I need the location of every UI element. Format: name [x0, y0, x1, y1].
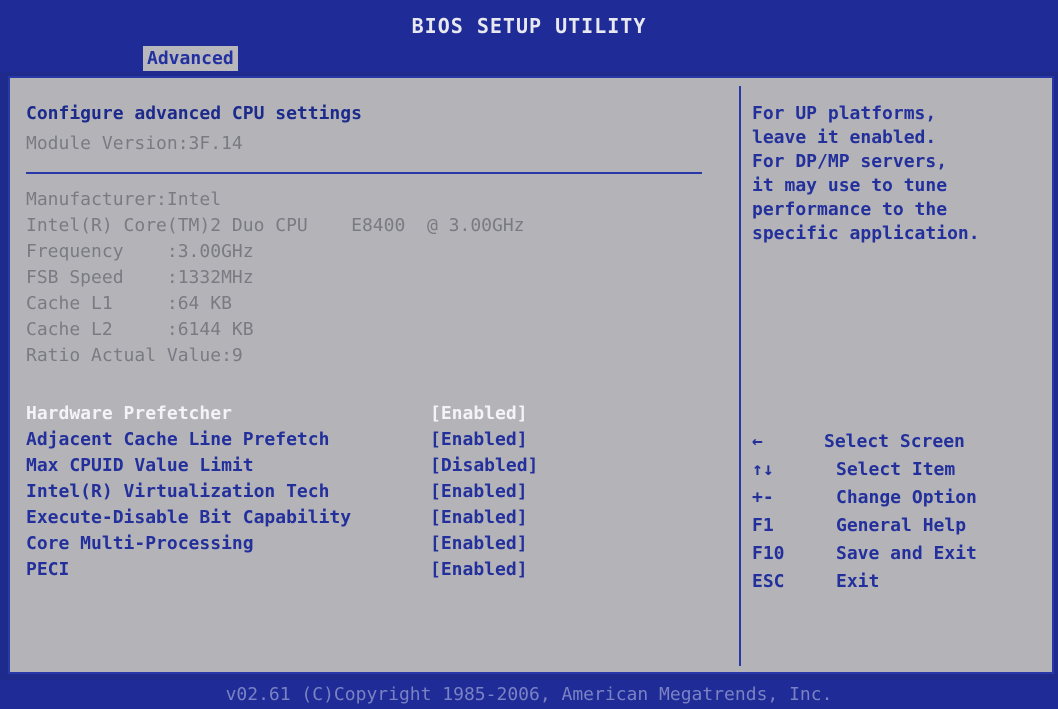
key-esc-label: Exit — [836, 571, 880, 592]
settings-panel: Configure advanced CPU settings Module V… — [26, 78, 726, 672]
option-max-cpuid-value-limit[interactable]: Max CPUID Value Limit — [26, 454, 254, 478]
main-frame: Configure advanced CPU settings Module V… — [8, 76, 1054, 674]
title-bar: BIOS SETUP UTILITY Advanced — [0, 0, 1058, 72]
tab-advanced[interactable]: Advanced — [143, 46, 238, 71]
help-line: For DP/MP servers, — [752, 151, 948, 172]
copyright-text: v02.61 (C)Copyright 1985-2006, American … — [225, 684, 833, 705]
key-change-option-label: Change Option — [836, 487, 977, 508]
option-core-multi-processing-value[interactable]: [Enabled] — [430, 532, 528, 556]
bios-screen: BIOS SETUP UTILITY Advanced Configure ad… — [0, 0, 1058, 709]
key-change-option-icon: +- — [752, 487, 774, 508]
option-core-multi-processing[interactable]: Core Multi-Processing — [26, 532, 254, 556]
cpu-manufacturer: Manufacturer:Intel — [26, 189, 222, 210]
footer-bar: v02.61 (C)Copyright 1985-2006, American … — [0, 680, 1058, 709]
panel-divider — [739, 86, 741, 666]
option-peci[interactable]: PECI — [26, 558, 69, 582]
key-select-screen-label: Select Screen — [824, 431, 965, 452]
cpu-model: Intel(R) Core(TM)2 Duo CPU E8400 @ 3.00G… — [26, 215, 525, 236]
option-execute-disable-bit[interactable]: Execute-Disable Bit Capability — [26, 506, 351, 530]
option-execute-disable-bit-value[interactable]: [Enabled] — [430, 506, 528, 530]
key-select-screen-icon: ← — [752, 431, 763, 452]
key-f10-label: Save and Exit — [836, 543, 977, 564]
option-adjacent-cache-line-prefetch[interactable]: Adjacent Cache Line Prefetch — [26, 428, 329, 452]
help-line: performance to the — [752, 199, 948, 220]
section-divider — [26, 172, 702, 174]
key-f1-label: General Help — [836, 515, 967, 536]
key-select-item-icon: ↑↓ — [752, 459, 774, 480]
module-version: Module Version:3F.14 — [26, 133, 243, 154]
help-line: leave it enabled. — [752, 127, 937, 148]
cpu-cache-l1: Cache L1 :64 KB — [26, 293, 232, 314]
option-max-cpuid-value-limit-value[interactable]: [Disabled] — [430, 454, 538, 478]
page-heading: Configure advanced CPU settings — [26, 103, 362, 124]
cpu-cache-l2: Cache L2 :6144 KB — [26, 319, 254, 340]
help-panel: For UP platforms, leave it enabled. For … — [752, 78, 1052, 672]
cpu-ratio: Ratio Actual Value:9 — [26, 345, 243, 366]
help-line: For UP platforms, — [752, 103, 937, 124]
key-esc: ESC — [752, 571, 785, 592]
option-hardware-prefetcher[interactable]: Hardware Prefetcher — [26, 402, 232, 426]
option-hardware-prefetcher-value[interactable]: [Enabled] — [430, 402, 528, 426]
key-f1: F1 — [752, 515, 774, 536]
cpu-fsb-speed: FSB Speed :1332MHz — [26, 267, 254, 288]
option-adjacent-cache-line-prefetch-value[interactable]: [Enabled] — [430, 428, 528, 452]
help-line: specific application. — [752, 223, 980, 244]
key-f10: F10 — [752, 543, 785, 564]
option-virtualization-tech[interactable]: Intel(R) Virtualization Tech — [26, 480, 329, 504]
help-line: it may use to tune — [752, 175, 948, 196]
bios-title: BIOS SETUP UTILITY — [411, 14, 647, 38]
cpu-frequency: Frequency :3.00GHz — [26, 241, 254, 262]
key-select-item-label: Select Item — [836, 459, 956, 480]
option-virtualization-tech-value[interactable]: [Enabled] — [430, 480, 528, 504]
option-peci-value[interactable]: [Enabled] — [430, 558, 528, 582]
